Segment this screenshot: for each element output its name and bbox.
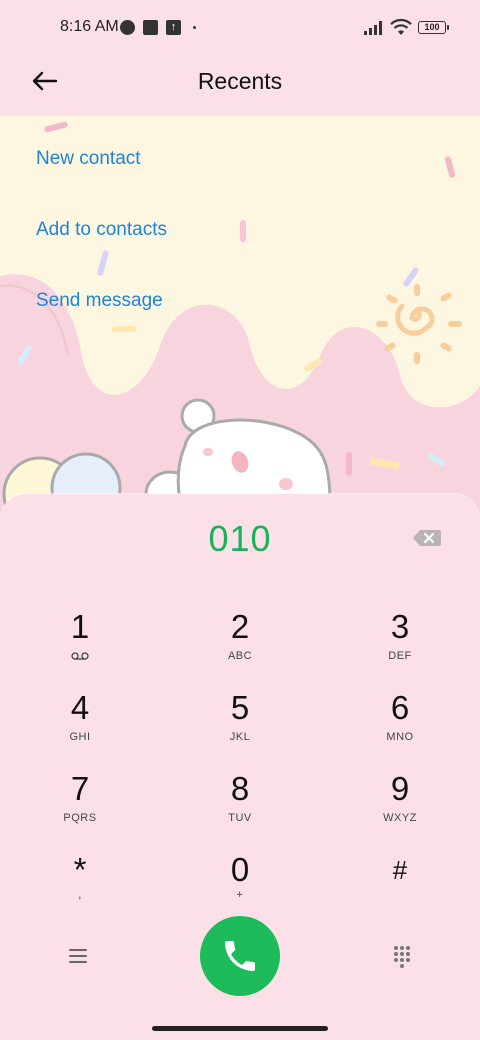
key-3[interactable]: 3 DEF bbox=[340, 608, 460, 678]
key-digit: 2 bbox=[230, 608, 250, 645]
key-digit: 8 bbox=[230, 770, 250, 807]
dial-pad-sheet: 010 1 2 ABC 3 DEF 4 GHI 5 JKL 6 MNO 7 PQ… bbox=[0, 494, 480, 1020]
key-8[interactable]: 8 TUV bbox=[180, 770, 300, 840]
page-title: Recents bbox=[197, 68, 283, 94]
key-digit: 1 bbox=[70, 608, 90, 645]
upload-icon: ↑ bbox=[166, 20, 181, 35]
key-letters: JKL bbox=[229, 731, 251, 743]
key-letters: GHI bbox=[69, 731, 91, 743]
key-letters: ABC bbox=[227, 650, 253, 662]
key-hash[interactable]: # bbox=[340, 851, 460, 921]
phone-icon bbox=[225, 941, 255, 971]
key-9[interactable]: 9 WXYZ bbox=[340, 770, 460, 840]
send-message-link[interactable]: Send message bbox=[36, 290, 163, 312]
signal-icon bbox=[364, 21, 382, 35]
dialpad-toggle-button[interactable] bbox=[390, 944, 414, 968]
key-star[interactable]: * , bbox=[20, 851, 140, 921]
key-digit: 7 bbox=[70, 770, 90, 807]
backspace-icon bbox=[413, 530, 441, 546]
battery-icon: 100 bbox=[418, 21, 449, 34]
key-letters: WXYZ bbox=[383, 812, 417, 824]
call-button[interactable] bbox=[200, 916, 280, 996]
key-1[interactable]: 1 bbox=[20, 608, 140, 678]
status-bar: 8:16 AM ↑ 100 bbox=[0, 0, 480, 56]
key-letters: DEF bbox=[388, 650, 412, 662]
key-digit: 4 bbox=[70, 689, 90, 726]
wifi-icon bbox=[390, 18, 412, 35]
add-to-contacts-link[interactable]: Add to contacts bbox=[36, 219, 167, 241]
key-letters: + bbox=[236, 889, 244, 901]
key-7[interactable]: 7 PQRS bbox=[20, 770, 140, 840]
wallpaper-background bbox=[0, 116, 480, 516]
key-letters: PQRS bbox=[63, 812, 97, 824]
key-digit: # bbox=[392, 855, 408, 885]
key-digit: 9 bbox=[390, 770, 410, 807]
dialpad-grid-icon bbox=[394, 946, 410, 968]
key-letters: MNO bbox=[386, 731, 414, 743]
app-notification-icon bbox=[143, 20, 158, 35]
key-digit: 6 bbox=[390, 689, 410, 726]
key-letters: , bbox=[78, 889, 82, 901]
hamburger-menu-icon bbox=[69, 949, 87, 963]
key-4[interactable]: 4 GHI bbox=[20, 689, 140, 759]
key-2[interactable]: 2 ABC bbox=[180, 608, 300, 678]
key-digit: 3 bbox=[390, 608, 410, 645]
menu-button[interactable] bbox=[66, 944, 90, 968]
voicemail-icon bbox=[71, 652, 89, 660]
home-indicator[interactable] bbox=[152, 1026, 328, 1031]
status-time: 8:16 AM bbox=[60, 18, 119, 35]
dialed-number: 010 bbox=[208, 518, 272, 559]
key-6[interactable]: 6 MNO bbox=[340, 689, 460, 759]
notification-icon bbox=[120, 20, 135, 35]
backspace-button[interactable] bbox=[412, 528, 442, 548]
key-5[interactable]: 5 JKL bbox=[180, 689, 300, 759]
app-header: Recents bbox=[0, 56, 480, 116]
more-notifications-icon bbox=[193, 26, 196, 29]
key-0[interactable]: 0 + bbox=[180, 851, 300, 921]
wallpaper-art bbox=[0, 121, 480, 516]
key-letters: TUV bbox=[228, 812, 252, 824]
key-digit: 5 bbox=[230, 689, 250, 726]
key-digit: * bbox=[73, 851, 87, 888]
new-contact-link[interactable]: New contact bbox=[36, 148, 141, 170]
key-digit: 0 bbox=[230, 851, 250, 888]
